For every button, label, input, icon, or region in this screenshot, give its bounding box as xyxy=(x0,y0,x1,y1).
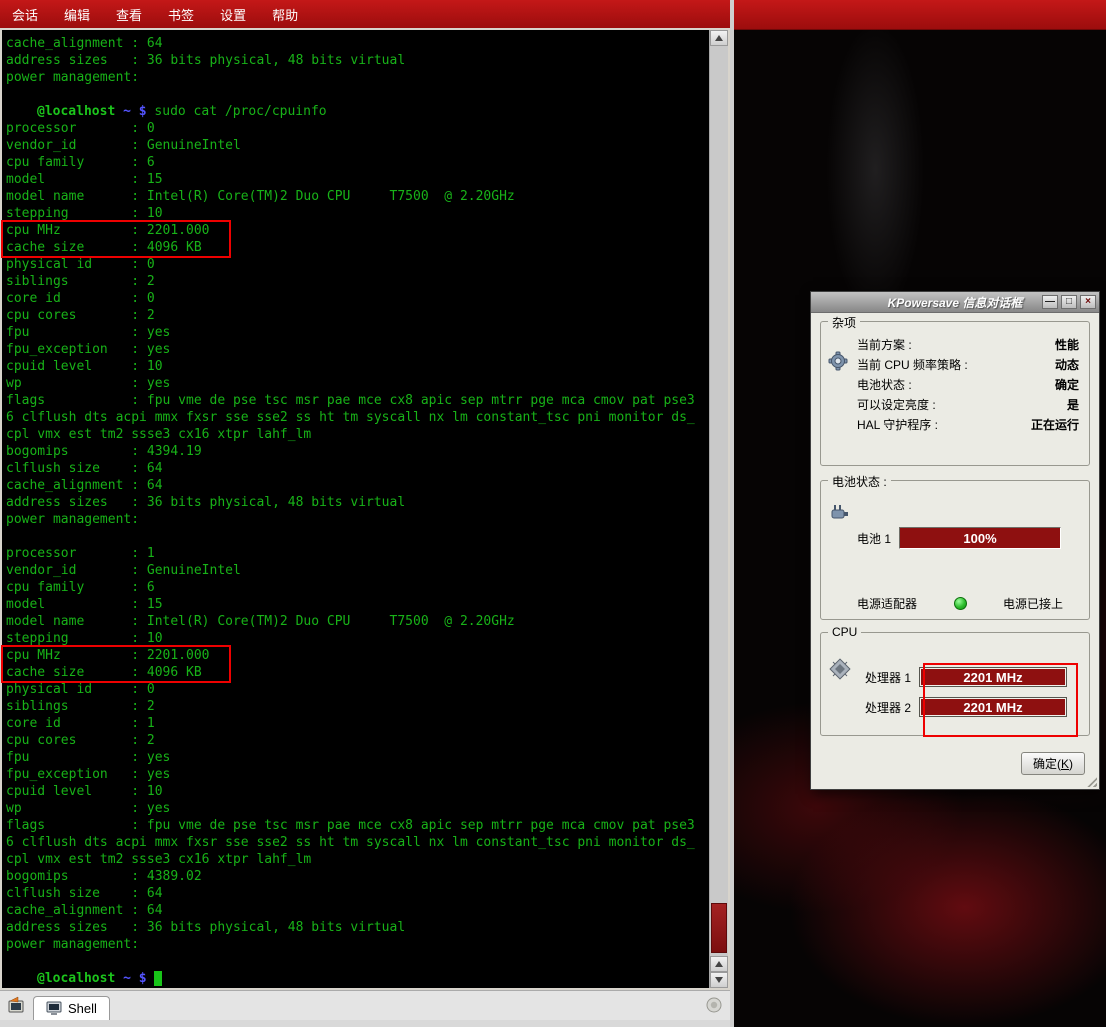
menu-item[interactable]: 会话 xyxy=(12,5,38,24)
terminal-cursor xyxy=(154,971,162,986)
info-value: 性能 xyxy=(1055,336,1079,353)
info-label: 当前 CPU 频率策略 : xyxy=(857,356,968,373)
info-value: 正在运行 xyxy=(1031,416,1079,433)
prompt-host: @localhost xyxy=(37,971,115,986)
redacted-username xyxy=(6,103,37,115)
processor-frequency: 2201 MHz xyxy=(963,700,1022,715)
info-row: 当前 CPU 频率策略 : 动态 xyxy=(857,354,1079,374)
menu-item[interactable]: 编辑 xyxy=(64,5,90,24)
misc-group: 杂项 当前方案 : xyxy=(820,321,1090,466)
menu-item[interactable]: 书签 xyxy=(168,5,194,24)
processor-frequency-bar: 2201 MHz xyxy=(919,697,1067,717)
processor-frequency: 2201 MHz xyxy=(963,670,1022,685)
new-session-icon xyxy=(6,995,26,1015)
media-window-titlebar[interactable] xyxy=(734,0,1106,30)
session-list-icon xyxy=(705,996,723,1014)
processor-row: 处理器 2 2201 MHz xyxy=(865,697,1067,717)
cpu-group: CPU 处理器 1 2201 MHz xyxy=(820,632,1090,736)
adapter-label: 电源适配器 xyxy=(857,595,917,612)
info-label: 电池状态 : xyxy=(857,376,912,393)
terminal-window: 会话 编辑 查看 书签 设置 帮助 cache_alignment : 64 a… xyxy=(0,0,730,1027)
tab-shell[interactable]: Shell xyxy=(33,996,110,1020)
info-value: 是 xyxy=(1067,396,1079,413)
battery-level-bar: 100% xyxy=(899,527,1061,549)
battery-label: 电池 1 xyxy=(857,530,891,547)
battery-percent: 100% xyxy=(963,531,996,546)
dialog-title: KPowersave 信息对话框 xyxy=(888,294,1023,311)
menu-item[interactable]: 查看 xyxy=(116,5,142,24)
battery-row: 电池 1 100% xyxy=(857,527,1061,549)
battery-group: 电池状态 : 电池 1 100% 电源适配器 电源已接上 xyxy=(820,480,1090,620)
terminal-output[interactable]: cache_alignment : 64 address sizes : 36 … xyxy=(2,30,709,988)
info-label: 可以设定亮度 : xyxy=(857,396,936,413)
info-row: 可以设定亮度 : 是 xyxy=(857,394,1079,414)
ok-label-suffix: ) xyxy=(1069,757,1073,771)
processor-row: 处理器 1 2201 MHz xyxy=(865,667,1067,687)
prompt-host: @localhost xyxy=(37,104,115,119)
minimize-button[interactable]: — xyxy=(1042,295,1058,309)
terminal-command: sudo cat /proc/cpuinfo xyxy=(154,104,326,119)
ok-accesskey: K xyxy=(1061,757,1069,771)
misc-group-title: 杂项 xyxy=(828,314,860,331)
terminal-scrollbar[interactable] xyxy=(709,30,728,988)
gear-icon xyxy=(827,334,857,434)
resize-grip-icon[interactable] xyxy=(1085,775,1097,787)
info-label: 当前方案 : xyxy=(857,336,912,353)
arrow-up-icon xyxy=(715,961,723,967)
scroll-up-button[interactable] xyxy=(710,30,728,46)
terminal-menubar: 会话 编辑 查看 书签 设置 帮助 xyxy=(0,0,730,28)
session-list-button[interactable] xyxy=(702,994,726,1018)
new-session-button[interactable] xyxy=(3,993,29,1019)
battery-group-title: 电池状态 : xyxy=(828,473,891,490)
info-row: HAL 守护程序 : 正在运行 xyxy=(857,414,1079,434)
scrollbar-thumb[interactable] xyxy=(711,903,727,953)
processor-label: 处理器 2 xyxy=(865,699,911,716)
ok-label: 确定( xyxy=(1033,757,1061,771)
shell-tab-icon xyxy=(46,1001,62,1016)
dialog-titlebar[interactable]: KPowersave 信息对话框 — □ × xyxy=(811,292,1099,313)
terminal-frame: cache_alignment : 64 address sizes : 36 … xyxy=(0,28,730,990)
scroll-up-button-bottom[interactable] xyxy=(710,956,728,972)
adapter-row: 电源适配器 电源已接上 xyxy=(857,595,1063,612)
tab-label: Shell xyxy=(68,1001,97,1016)
cpu-group-title: CPU xyxy=(828,625,861,639)
terminal-prompt-line-current: @localhost ~ $ xyxy=(6,970,709,987)
terminal-text-main: processor : 0 vendor_id : GenuineIntel c… xyxy=(6,120,709,970)
redacted-username xyxy=(6,970,37,982)
info-value: 确定 xyxy=(1055,376,1079,393)
arrow-down-icon xyxy=(715,977,723,983)
info-label: HAL 守护程序 : xyxy=(857,416,938,433)
info-row: 当前方案 : 性能 xyxy=(857,334,1079,354)
dialog-body: 杂项 当前方案 : xyxy=(811,313,1099,789)
maximize-button[interactable]: □ xyxy=(1061,295,1077,309)
info-value: 动态 xyxy=(1055,356,1079,373)
info-row: 电池状态 : 确定 xyxy=(857,374,1079,394)
kpowersave-dialog: KPowersave 信息对话框 — □ × 杂项 xyxy=(810,291,1100,790)
menu-item[interactable]: 帮助 xyxy=(272,5,298,24)
cpu-chip-icon xyxy=(828,657,852,686)
close-button[interactable]: × xyxy=(1080,295,1096,309)
ok-button[interactable]: 确定(K) xyxy=(1021,752,1085,775)
adapter-status: 电源已接上 xyxy=(1003,595,1063,612)
processor-frequency-bar: 2201 MHz xyxy=(919,667,1067,687)
prompt-symbol: ~ $ xyxy=(115,104,146,119)
processor-label: 处理器 1 xyxy=(865,669,911,686)
prompt-symbol: ~ $ xyxy=(115,971,146,986)
window-buttons: — □ × xyxy=(1042,295,1096,309)
menu-item[interactable]: 设置 xyxy=(220,5,246,24)
adapter-status-led xyxy=(954,597,967,610)
terminal-prompt-line: @localhost ~ $ sudo cat /proc/cpuinfo xyxy=(6,103,709,120)
arrow-up-icon xyxy=(715,35,723,41)
battery-icon xyxy=(829,501,851,528)
terminal-tabbar: Shell xyxy=(0,990,730,1020)
scroll-down-button[interactable] xyxy=(710,972,728,988)
terminal-text-top: cache_alignment : 64 address sizes : 36 … xyxy=(6,35,709,103)
